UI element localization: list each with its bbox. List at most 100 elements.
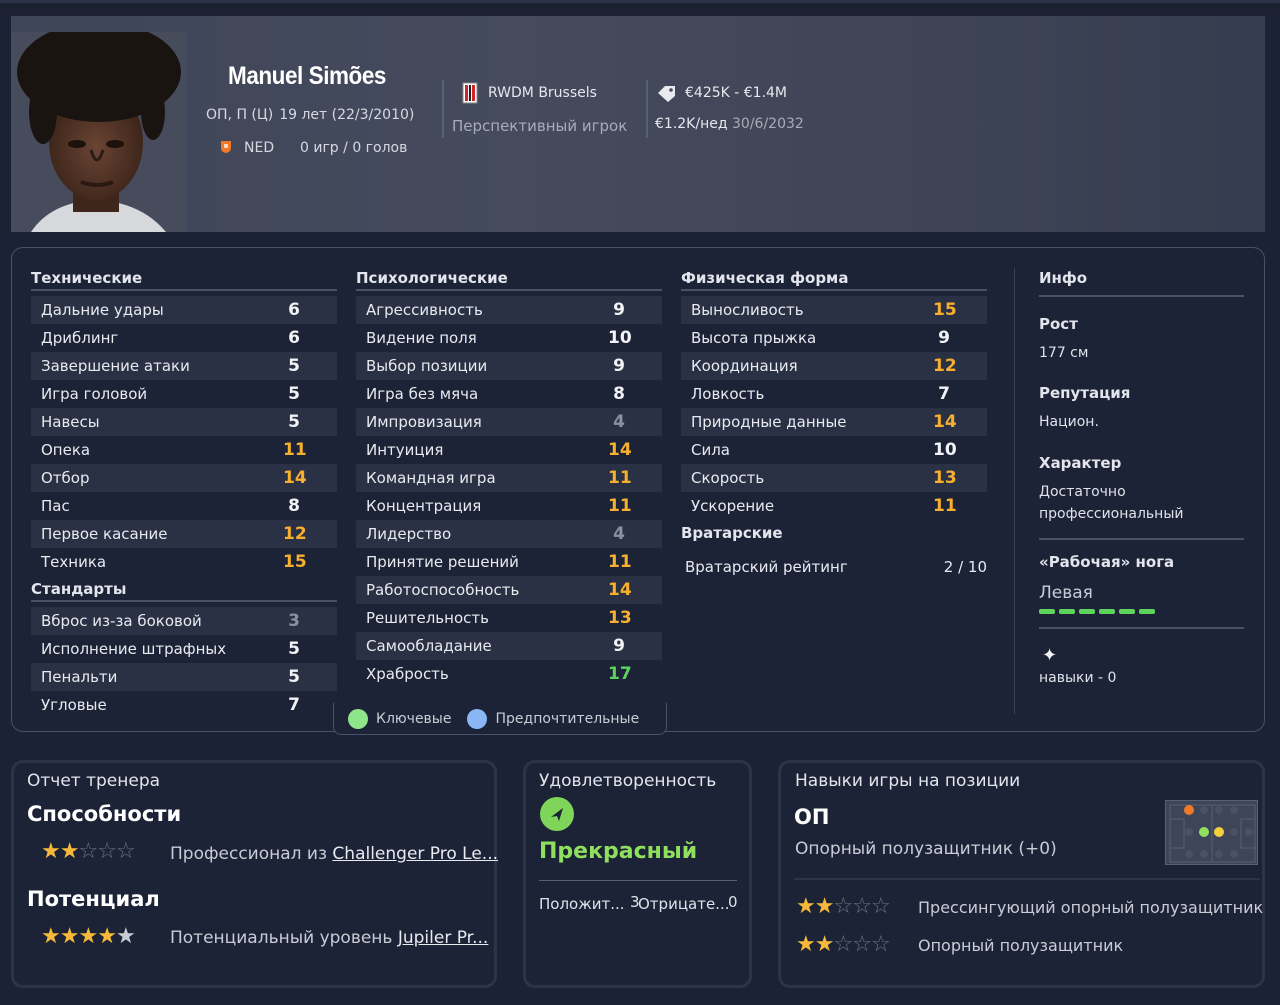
star-icon: ☆ (870, 894, 891, 919)
player-portrait (11, 32, 186, 232)
section-mental: Психологические (356, 269, 662, 291)
satisfaction-card (523, 760, 752, 988)
price-tag-icon (658, 86, 675, 102)
attribute-row[interactable]: Техника 15 (31, 548, 337, 576)
attribute-value: 12 (933, 356, 957, 376)
attribute-label: Выбор позиции (366, 357, 488, 375)
section-technical: Технические (31, 269, 337, 291)
attribute-row[interactable]: Лидерство 4 (356, 520, 662, 548)
ability-league-link[interactable]: Challenger Pro Le... (332, 844, 498, 864)
attribute-row[interactable]: Игра без мяча 8 (356, 380, 662, 408)
player-caps: 0 игр / 0 голов (300, 140, 408, 156)
star-icon: ☆ (97, 839, 117, 864)
role-name[interactable]: Опорный полузащитник (918, 936, 1123, 955)
attribute-label: Работоспособность (366, 581, 520, 599)
attribute-row[interactable]: Высота прыжка 9 (681, 324, 987, 352)
attribute-value: 4 (613, 412, 625, 432)
attribute-row[interactable]: Вброс из-за боковой 3 (31, 607, 337, 635)
attribute-row[interactable]: Видение поля 10 (356, 324, 662, 352)
star-icon: ★ (814, 894, 835, 919)
role-name[interactable]: Прессингующий опорный полузащитник (918, 898, 1263, 917)
attribute-row[interactable]: Природные данные 14 (681, 408, 987, 436)
position-pitch-map[interactable] (1165, 800, 1258, 865)
attribute-row[interactable]: Агрессивность 9 (356, 296, 662, 324)
contract-end: 30/6/2032 (732, 116, 804, 132)
role-stars: ★★☆☆☆ (796, 894, 891, 919)
attribute-label: Ловкость (691, 385, 765, 403)
section-set-pieces: Стандарты (31, 580, 337, 602)
attribute-row[interactable]: Интуиция 14 (356, 436, 662, 464)
attribute-row[interactable]: Работоспособность 14 (356, 576, 662, 604)
attribute-label: Самообладание (366, 637, 492, 655)
foot-strength-bar (1039, 609, 1155, 614)
attribute-row[interactable]: Угловые 7 (31, 691, 337, 719)
attribute-row[interactable]: Скорость 13 (681, 464, 987, 492)
negative-label[interactable]: Отрицате... (638, 895, 730, 913)
attribute-row[interactable]: Принятие решений 11 (356, 548, 662, 576)
player-nationality[interactable]: NED (244, 140, 274, 156)
attribute-row[interactable]: Ускорение 11 (681, 492, 987, 520)
technical-list: Дальние удары 6 Дриблинг 6 Завершение атаки 5… (31, 296, 337, 576)
info-title: Инфо (1039, 269, 1244, 297)
attribute-label: Сила (691, 441, 731, 459)
attribute-label: Скорость (691, 469, 765, 487)
attribute-row[interactable]: Выбор позиции 9 (356, 352, 662, 380)
nation-flag-icon (221, 141, 231, 153)
satisfaction-status: Прекрасный (539, 839, 698, 864)
star-icon: ☆ (852, 932, 872, 957)
attribute-value: 10 (933, 440, 957, 460)
attribute-row[interactable]: Выносливость 15 (681, 296, 987, 324)
club-link[interactable]: RWDM Brussels (488, 85, 597, 101)
attribute-row[interactable]: Игра головой 5 (31, 380, 337, 408)
attribute-row[interactable]: Концентрация 11 (356, 492, 662, 520)
attribute-row[interactable]: Навесы 5 (31, 408, 337, 436)
preferred-attribute-dot (467, 708, 488, 729)
attribute-row[interactable]: Самообладание 9 (356, 632, 662, 660)
attribute-value: 6 (288, 300, 300, 320)
attribute-label: Угловые (41, 696, 107, 714)
attribute-label: Храбрость (366, 665, 449, 683)
attribute-row[interactable]: Отбор 14 (31, 464, 337, 492)
positive-label[interactable]: Положит... (539, 895, 625, 913)
attribute-row[interactable]: Импровизация 4 (356, 408, 662, 436)
position-role: Опорный полузащитник (+0) (795, 839, 1057, 859)
attribute-row[interactable]: Пенальти 5 (31, 663, 337, 691)
attribute-row[interactable]: Опека 11 (31, 436, 337, 464)
attribute-row[interactable]: Дальние удары 6 (31, 296, 337, 324)
section-goalkeeping: Вратарские (681, 524, 783, 542)
attribute-row[interactable]: Решительность 13 (356, 604, 662, 632)
header-divider (646, 80, 648, 138)
attribute-label: Решительность (366, 609, 489, 627)
attribute-row[interactable]: Дриблинг 6 (31, 324, 337, 352)
attribute-row[interactable]: Пас 8 (31, 492, 337, 520)
attribute-row[interactable]: Первое касание 12 (31, 520, 337, 548)
club-badge-icon (462, 82, 478, 104)
foot-value: Левая (1039, 583, 1093, 603)
attribute-label: Принятие решений (366, 553, 519, 571)
attribute-row[interactable]: Сила 10 (681, 436, 987, 464)
attribute-value: 5 (288, 639, 300, 659)
attribute-label: Первое касание (41, 525, 168, 543)
attribute-row[interactable]: Храбрость 17 (356, 660, 662, 688)
star-icon: ★ (796, 932, 816, 957)
attribute-value: 6 (288, 328, 300, 348)
attribute-value: 11 (608, 496, 632, 516)
attribute-value: 12 (283, 524, 307, 544)
position-code: ОП (794, 805, 830, 829)
potential-league-link[interactable]: Jupiler Pr... (398, 928, 488, 948)
attribute-label: Пенальти (41, 668, 118, 686)
player-header (11, 16, 1265, 232)
role-stars: ★★☆☆☆ (796, 932, 891, 957)
legend-key[interactable]: Ключевые (376, 711, 451, 727)
attribute-label: Интуиция (366, 441, 444, 459)
attribute-value: 14 (608, 580, 632, 600)
attribute-label: Завершение атаки (41, 357, 190, 375)
skills-count[interactable]: навыки - 0 (1039, 670, 1116, 686)
attribute-row[interactable]: Завершение атаки 5 (31, 352, 337, 380)
attribute-row[interactable]: Координация 12 (681, 352, 987, 380)
attribute-row[interactable]: Исполнение штрафных 5 (31, 635, 337, 663)
attribute-row[interactable]: Командная игра 11 (356, 464, 662, 492)
attribute-label: Техника (41, 553, 107, 571)
legend-preferred[interactable]: Предпочтительные (495, 711, 639, 727)
attribute-row[interactable]: Ловкость 7 (681, 380, 987, 408)
